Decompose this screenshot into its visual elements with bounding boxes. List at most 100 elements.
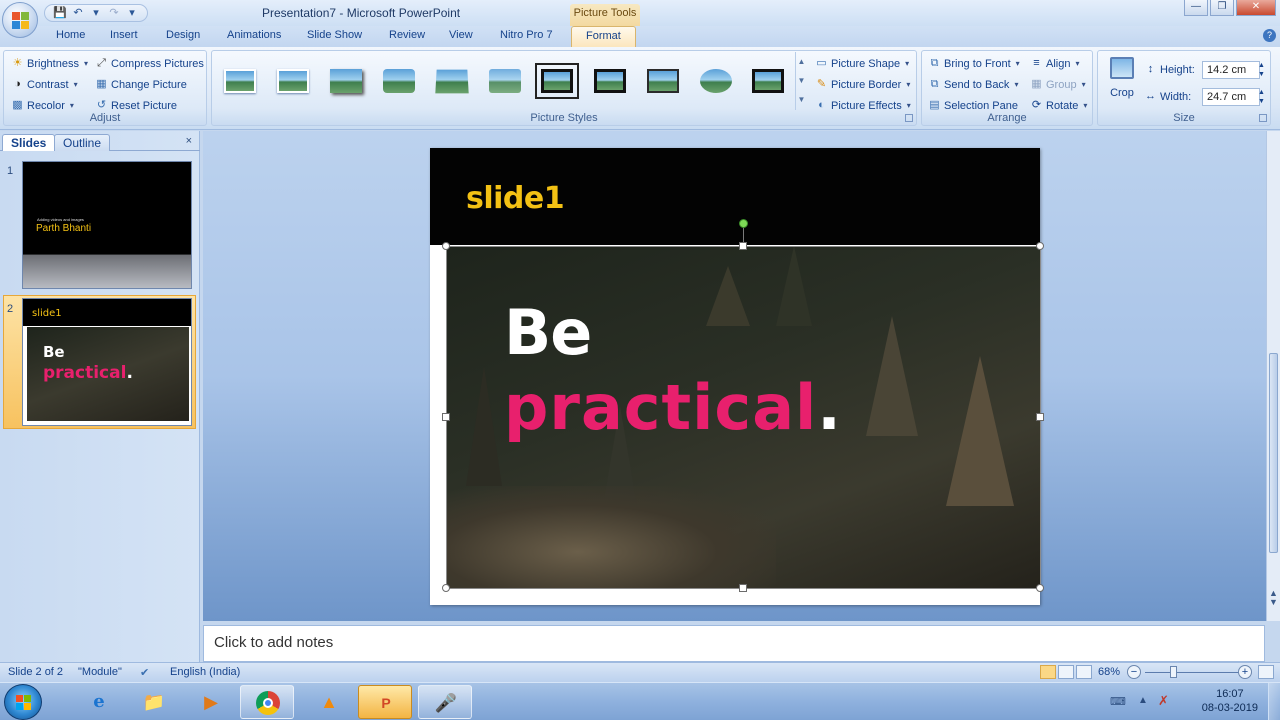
picture-shape-button[interactable]: ▭ Picture Shape <box>815 57 909 70</box>
tab-outline[interactable]: Outline <box>54 134 111 151</box>
picture-style-thumb[interactable] <box>220 65 260 97</box>
tab-home[interactable]: Home <box>56 29 85 41</box>
bring-to-front-button[interactable]: ⧉ Bring to Front <box>928 57 1020 70</box>
close-button[interactable]: ✕ <box>1236 0 1276 16</box>
picture-border-button[interactable]: ✎ Picture Border <box>815 78 910 91</box>
save-icon[interactable]: 💾 <box>53 6 67 20</box>
picture-style-thumb[interactable] <box>326 65 366 97</box>
resize-handle[interactable] <box>1036 242 1044 250</box>
picture-effects-button[interactable]: ◐ Picture Effects <box>815 99 911 112</box>
compress-pictures-button[interactable]: ⤢ Compress Pictures <box>95 57 204 70</box>
slide-title[interactable]: slide1 <box>466 181 565 216</box>
brightness-button[interactable]: ☀ Brightness <box>11 57 88 70</box>
help-icon[interactable]: ? <box>1263 29 1276 42</box>
clock[interactable]: 16:07 08-03-2019 <box>1202 687 1258 715</box>
picture-style-thumb[interactable] <box>590 65 630 97</box>
picture-styles-launcher-icon[interactable] <box>905 114 913 122</box>
tab-view[interactable]: View <box>449 29 473 41</box>
fit-to-window-button[interactable] <box>1258 665 1274 679</box>
gallery-scroll[interactable]: ▲ ▼ ▼ <box>795 52 807 110</box>
show-hidden-icons-icon[interactable]: ▲ <box>1138 695 1148 706</box>
picture-style-thumb[interactable] <box>748 65 788 97</box>
restore-button[interactable]: ❐ <box>1210 0 1234 16</box>
rotate-handle[interactable] <box>739 219 748 228</box>
resize-handle[interactable] <box>442 242 450 250</box>
selection-pane-button[interactable]: ▤ Selection Pane <box>928 99 1018 112</box>
resize-handle[interactable] <box>442 584 450 592</box>
chevron-down-icon[interactable]: ▾ <box>89 6 103 20</box>
gallery-down-icon[interactable]: ▼ <box>796 71 807 90</box>
language[interactable]: English (India) <box>170 666 240 678</box>
taskbar-recorder[interactable]: 🎤 <box>418 685 472 719</box>
slide-show-view-button[interactable] <box>1076 665 1092 679</box>
send-to-back-button[interactable]: ⧉ Send to Back <box>928 78 1018 91</box>
group-button[interactable]: ▦ Group <box>1030 78 1086 91</box>
size-launcher-icon[interactable] <box>1259 114 1267 122</box>
recolor-button[interactable]: ▩ Recolor <box>11 99 74 112</box>
zoom-slider[interactable] <box>1145 672 1239 673</box>
scroll-nav-icon[interactable]: ▲ ▼ <box>1269 589 1278 607</box>
keyboard-icon[interactable]: ⌨ <box>1110 695 1126 708</box>
scrollbar-thumb[interactable] <box>1269 353 1278 553</box>
contrast-button[interactable]: ◑ Contrast <box>11 78 78 91</box>
slide-thumbnail-1[interactable]: Adding videos and images Parth Bhanti <box>22 161 192 289</box>
taskbar-chrome[interactable] <box>240 685 294 719</box>
reset-picture-button[interactable]: ↺ Reset Picture <box>95 99 177 112</box>
taskbar-file-explorer[interactable]: 📁 <box>127 685 181 719</box>
gallery-up-icon[interactable]: ▲ <box>796 52 807 71</box>
picture-style-thumb[interactable] <box>696 65 736 97</box>
slide-sorter-view-button[interactable] <box>1058 665 1074 679</box>
tab-slide-show[interactable]: Slide Show <box>307 29 362 41</box>
redo-icon[interactable]: ↷ <box>107 6 121 20</box>
align-button[interactable]: ≡ Align <box>1030 57 1079 70</box>
taskbar-internet-explorer[interactable]: e <box>72 685 126 719</box>
resize-handle[interactable] <box>1036 584 1044 592</box>
picture-style-thumb[interactable] <box>379 65 419 97</box>
crop-button[interactable]: Crop <box>1104 55 1140 103</box>
spell-check-icon[interactable]: ✔ <box>140 666 149 679</box>
undo-icon[interactable]: ↶ <box>71 6 85 20</box>
normal-view-button[interactable] <box>1040 665 1056 679</box>
picture-style-thumb[interactable] <box>535 63 579 99</box>
gallery-more-icon[interactable]: ▼ <box>796 90 807 109</box>
tab-animations[interactable]: Animations <box>227 29 281 41</box>
zoom-in-icon[interactable]: + <box>1238 665 1252 679</box>
tab-design[interactable]: Design <box>166 29 200 41</box>
slide-thumbnail-2[interactable]: slide1 Be practical. <box>22 298 192 426</box>
picture-style-thumb[interactable] <box>485 65 525 97</box>
tab-format[interactable]: Format <box>571 26 636 47</box>
zoom-out-icon[interactable]: − <box>1127 665 1141 679</box>
zoom-level[interactable]: 68% <box>1098 666 1120 678</box>
width-input[interactable]: 24.7 cm <box>1202 88 1260 106</box>
rotate-button[interactable]: ⟳ Rotate <box>1030 99 1087 112</box>
picture-style-thumb[interactable] <box>432 65 472 97</box>
height-spinner-icon[interactable]: ▲ ▼ <box>1258 61 1265 79</box>
notes-pane[interactable]: Click to add notes <box>203 625 1265 662</box>
resize-handle[interactable] <box>1036 413 1044 421</box>
height-input[interactable]: 14.2 cm <box>1202 61 1260 79</box>
width-spinner-icon[interactable]: ▲ ▼ <box>1258 88 1265 106</box>
minimize-button[interactable]: — <box>1184 0 1208 16</box>
resize-handle[interactable] <box>442 413 450 421</box>
close-icon[interactable]: × <box>186 135 192 147</box>
change-picture-button[interactable]: ▦ Change Picture <box>95 78 187 91</box>
windows-logo-icon <box>16 695 31 710</box>
start-button[interactable] <box>4 684 42 720</box>
vertical-scrollbar[interactable]: ▲ ▼ <box>1266 131 1280 621</box>
picture-style-thumb[interactable] <box>273 65 313 97</box>
tab-review[interactable]: Review <box>389 29 425 41</box>
zoom-slider-knob[interactable] <box>1170 666 1177 678</box>
customize-qat-icon[interactable]: ▾ <box>125 6 139 20</box>
show-desktop-button[interactable] <box>1268 683 1280 720</box>
resize-handle[interactable] <box>739 242 747 250</box>
taskbar-powerpoint[interactable]: P <box>358 685 412 719</box>
network-icon[interactable]: ✗ <box>1158 693 1169 709</box>
tab-nitro-pro[interactable]: Nitro Pro 7 <box>500 29 553 41</box>
tab-slides[interactable]: Slides <box>2 134 56 151</box>
tab-insert[interactable]: Insert <box>110 29 138 41</box>
office-button[interactable] <box>2 2 38 38</box>
taskbar-vlc[interactable]: ▲ <box>302 685 356 719</box>
taskbar-media-player[interactable]: ▶ <box>184 685 238 719</box>
picture-style-thumb[interactable] <box>643 65 683 97</box>
resize-handle[interactable] <box>739 584 747 592</box>
